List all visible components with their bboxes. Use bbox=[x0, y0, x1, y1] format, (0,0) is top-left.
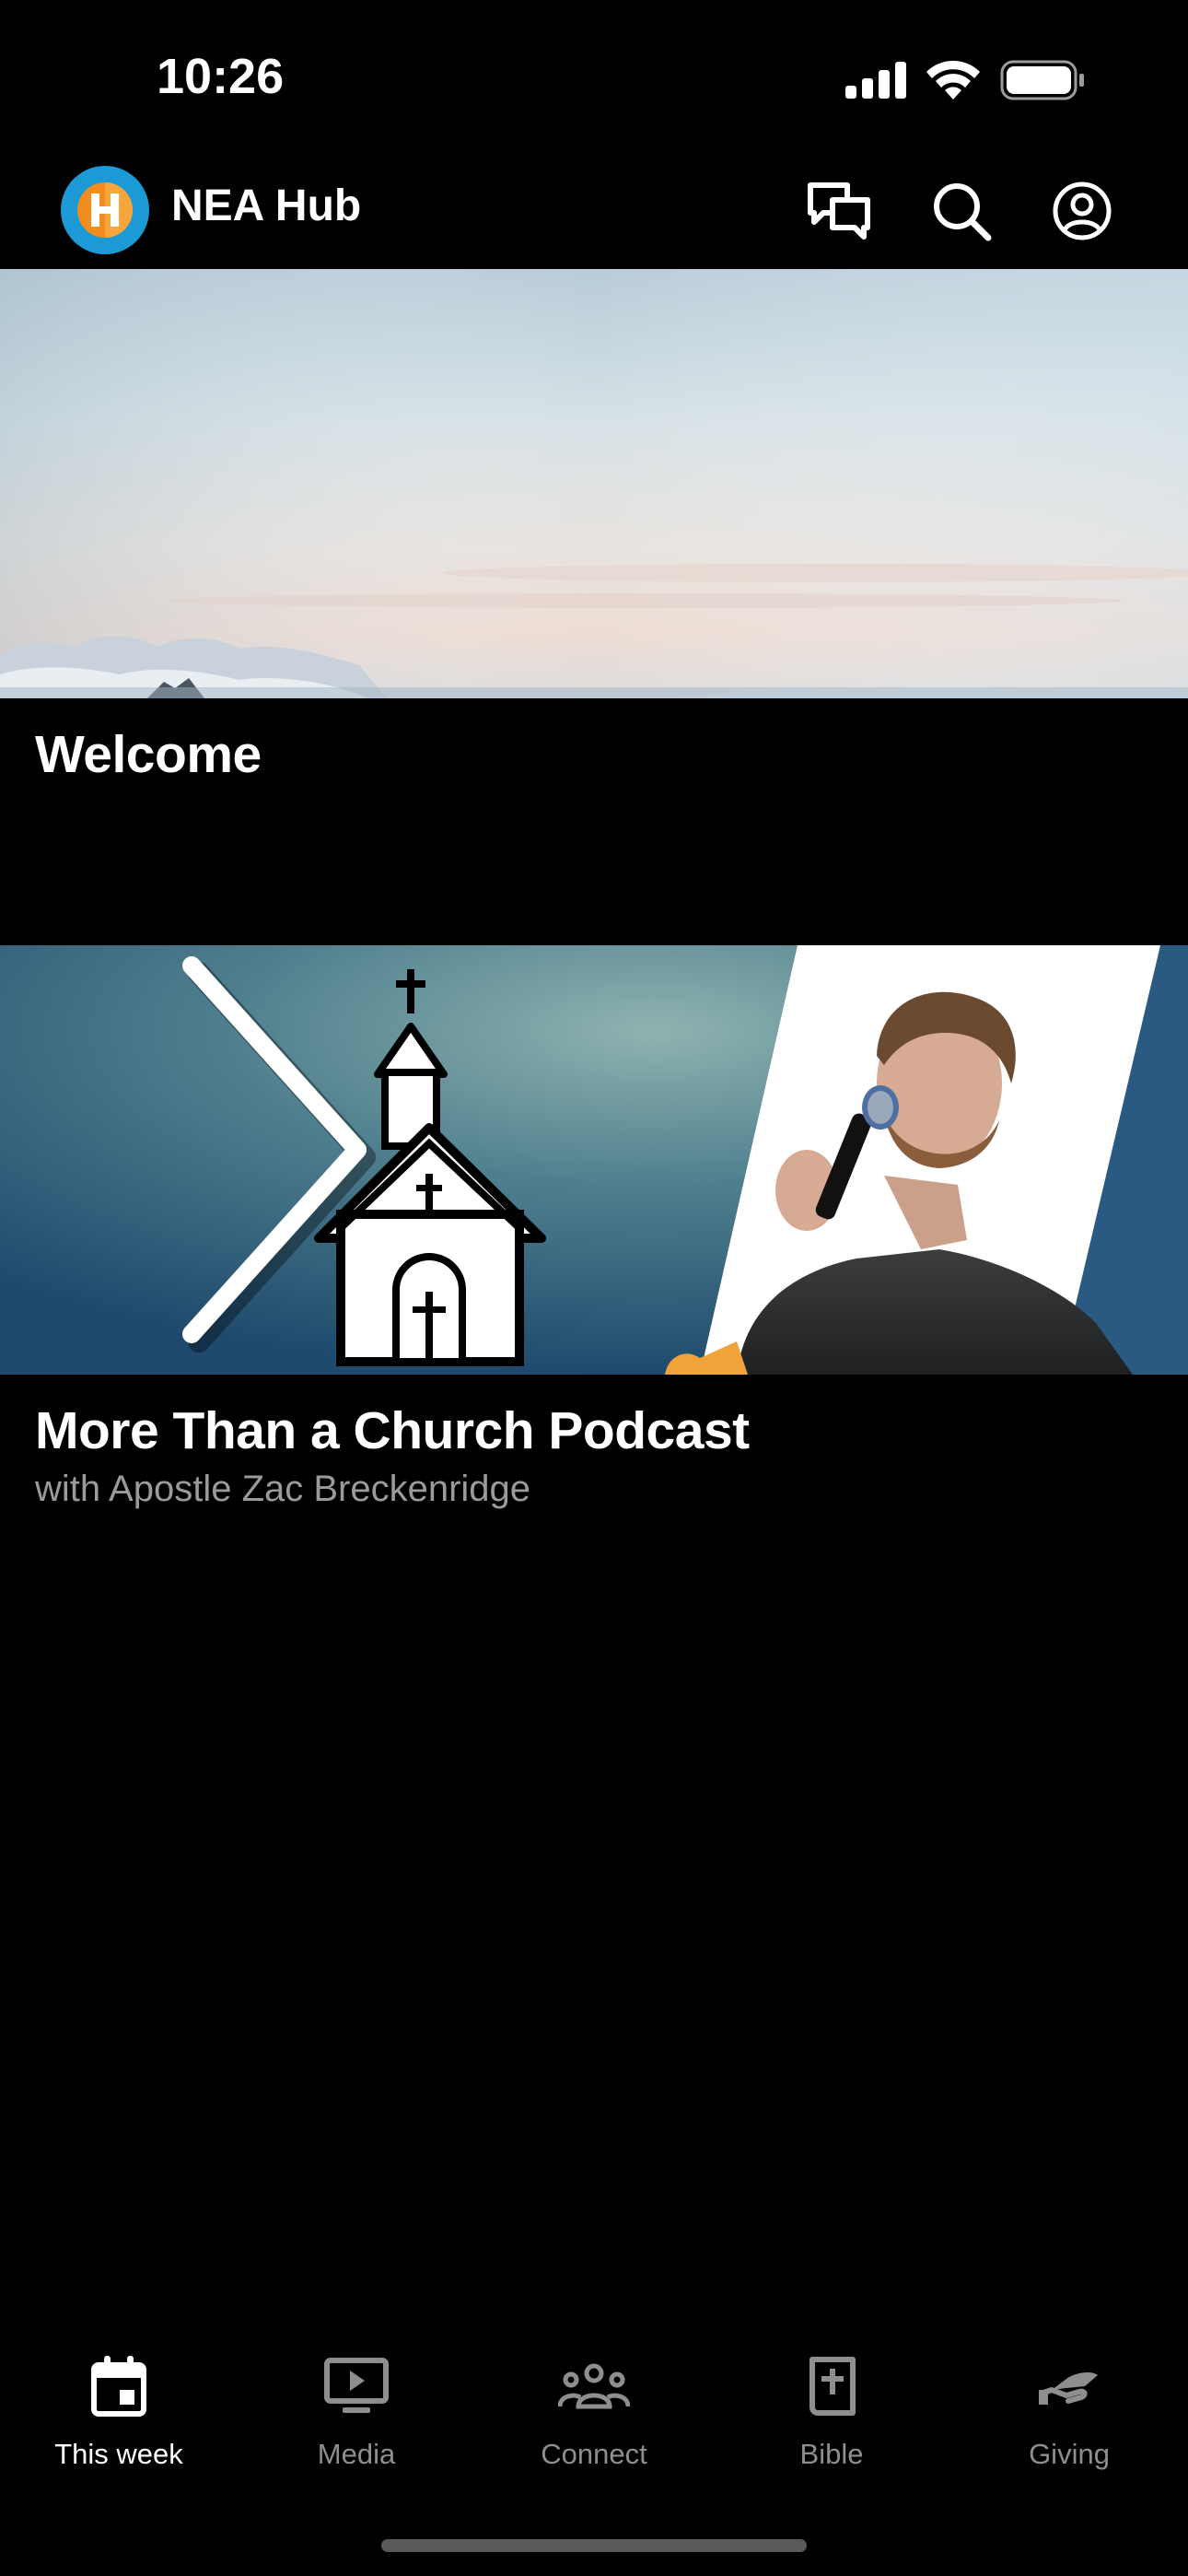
app-title: NEA Hub bbox=[171, 181, 362, 230]
chat-bubbles-icon bbox=[808, 182, 870, 240]
podcast-title[interactable]: More Than a Church Podcast bbox=[35, 1400, 750, 1461]
tab-label: Media bbox=[317, 2438, 396, 2470]
home-indicator[interactable] bbox=[381, 2539, 807, 2552]
battery-icon bbox=[1000, 60, 1084, 100]
status-time: 10:26 bbox=[157, 49, 285, 104]
cellular-signal-icon bbox=[845, 62, 906, 99]
calendar-icon bbox=[91, 2346, 146, 2427]
podcast-artwork bbox=[0, 945, 1188, 1375]
bible-icon bbox=[807, 2346, 856, 2427]
tab-media[interactable]: Media bbox=[238, 2340, 475, 2488]
search-button[interactable] bbox=[920, 170, 1003, 252]
group-icon bbox=[558, 2346, 630, 2427]
tab-label: Connect bbox=[541, 2438, 647, 2470]
tab-giving[interactable]: Giving bbox=[950, 2340, 1188, 2488]
welcome-title[interactable]: Welcome bbox=[35, 724, 262, 785]
tab-this-week[interactable]: This week bbox=[0, 2340, 238, 2488]
play-screen-icon bbox=[324, 2346, 389, 2427]
tab-label: This week bbox=[54, 2438, 183, 2470]
tab-bible[interactable]: Bible bbox=[713, 2340, 950, 2488]
tab-label: Giving bbox=[1029, 2438, 1110, 2470]
podcast-banner-image[interactable] bbox=[0, 945, 1188, 1375]
tab-label: Bible bbox=[799, 2438, 864, 2470]
wifi-icon bbox=[926, 61, 980, 100]
messages-button[interactable] bbox=[798, 170, 880, 252]
hub-logo-icon bbox=[77, 182, 133, 238]
profile-button[interactable] bbox=[1041, 170, 1124, 252]
giving-hand-icon bbox=[1039, 2346, 1100, 2427]
app-logo[interactable] bbox=[61, 166, 149, 254]
tab-connect[interactable]: Connect bbox=[475, 2340, 713, 2488]
welcome-banner-image[interactable] bbox=[0, 269, 1188, 698]
user-profile-icon bbox=[1053, 181, 1112, 240]
status-indicators bbox=[845, 57, 1085, 103]
podcast-subtitle: with Apostle Zac Breckenridge bbox=[35, 1469, 531, 1509]
search-icon bbox=[934, 183, 992, 241]
sky-clouds-image bbox=[0, 269, 1188, 698]
bottom-tab-bar: This week Media Connect Bible Giving bbox=[0, 2340, 1188, 2488]
